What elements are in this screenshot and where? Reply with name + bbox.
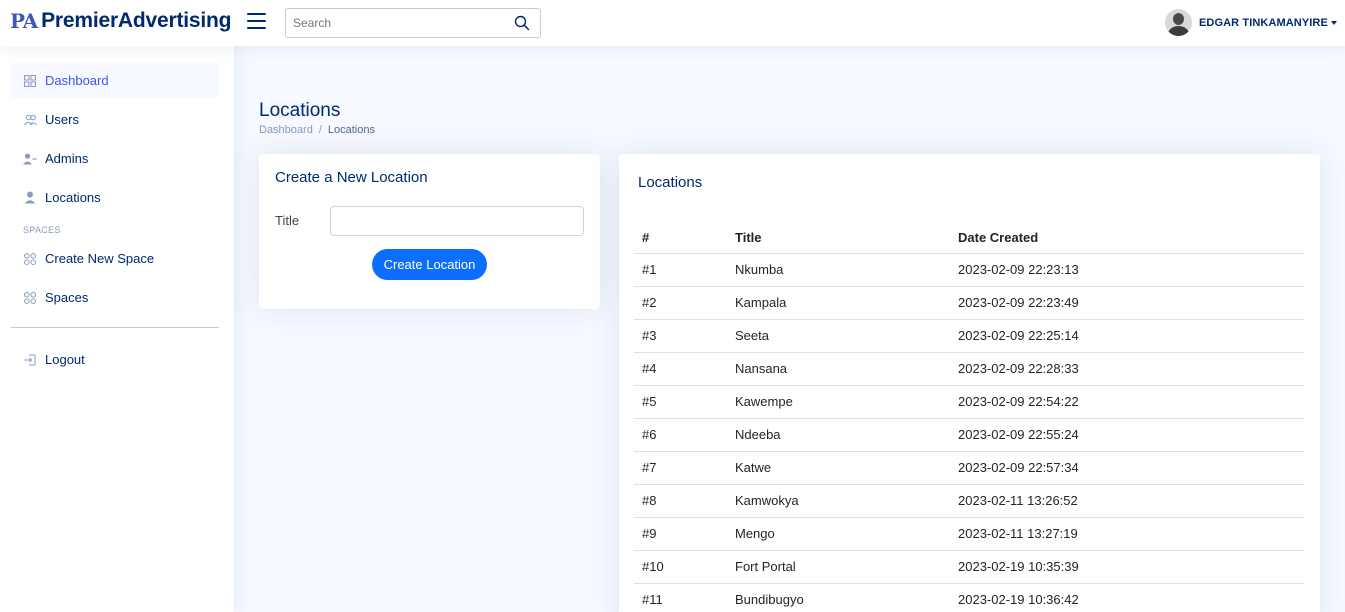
location-title-cell: Katwe [727, 451, 950, 485]
table-body: #1 Nkumba 2023-02-09 22:23:13 #2 Kampala 2023… [634, 253, 1304, 612]
card-title: Locations [638, 174, 703, 191]
breadcrumb-separator: / [318, 124, 322, 136]
row-number-cell: #1 [634, 253, 727, 287]
sidebar-item-admins[interactable]: Admins [11, 141, 219, 176]
title-label: Title [275, 213, 300, 228]
date-created-cell: 2023-02-09 22:23:49 [950, 286, 1304, 320]
logout-icon [23, 353, 37, 367]
avatar [1165, 9, 1192, 36]
locations-table-card: Locations # Title Date Created #1 Nkumba 2… [619, 154, 1320, 612]
profile-dropdown[interactable]: EDGAR TINKAMANYIRE [1165, 9, 1337, 36]
table-row: #8 Kamwokya 2023-02-11 13:26:52 [634, 484, 1304, 518]
title-input[interactable] [330, 206, 584, 236]
row-number-cell: #7 [634, 451, 727, 485]
sidebar-divider [11, 327, 219, 328]
sidebar: Dashboard Users Admins Locations SPACES … [0, 46, 234, 612]
row-number-cell: #11 [634, 583, 727, 612]
date-created-cell: 2023-02-09 22:54:22 [950, 385, 1304, 419]
row-number-cell: #6 [634, 418, 727, 452]
hamburger-menu-icon[interactable] [247, 13, 266, 31]
top-header: PA PremierAdvertising EDGAR TINKAMANYIRE [0, 0, 1345, 46]
location-title-cell: Kawempe [727, 385, 950, 419]
sidebar-item-label: Locations [45, 190, 101, 205]
table-header-row: # Title Date Created [634, 223, 1304, 254]
sidebar-item-label: Logout [45, 352, 85, 367]
location-title-cell: Seeta [727, 319, 950, 353]
sidebar-section-heading: SPACES [23, 225, 61, 235]
column-header: Title [727, 223, 950, 254]
table-row: #6 Ndeeba 2023-02-09 22:55:24 [634, 418, 1304, 452]
table-row: #7 Katwe 2023-02-09 22:57:34 [634, 451, 1304, 485]
location-title-cell: Nansana [727, 352, 950, 386]
search-icon[interactable] [514, 15, 530, 31]
profile-name: EDGAR TINKAMANYIRE [1199, 16, 1328, 29]
column-header: Date Created [950, 223, 1304, 254]
row-number-cell: #5 [634, 385, 727, 419]
row-number-cell: #3 [634, 319, 727, 353]
breadcrumb: Dashboard / Locations [259, 124, 375, 136]
sidebar-item-logout[interactable]: Logout [11, 342, 219, 377]
date-created-cell: 2023-02-09 22:28:33 [950, 352, 1304, 386]
caret-down-icon [1330, 20, 1337, 25]
sidebar-item-label: Spaces [45, 290, 89, 305]
breadcrumb-current: Locations [327, 124, 375, 136]
location-title-cell: Bundibugyo [727, 583, 950, 612]
row-number-cell: #4 [634, 352, 727, 386]
page-title: Locations [259, 100, 341, 121]
date-created-cell: 2023-02-19 10:35:39 [950, 550, 1304, 584]
card-title: Create a New Location [275, 169, 428, 186]
grid-icon [23, 252, 37, 266]
logo-text: PremierAdvertising [41, 9, 232, 32]
sidebar-item-locations[interactable]: Locations [11, 180, 219, 215]
create-location-card: Create a New Location Title Create Locat… [259, 154, 600, 309]
location-title-cell: Kampala [727, 286, 950, 320]
sidebar-item-spaces[interactable]: Spaces [11, 280, 219, 315]
table-row: #1 Nkumba 2023-02-09 22:23:13 [634, 253, 1304, 287]
person-icon [23, 191, 37, 205]
table-row: #9 Mengo 2023-02-11 13:27:19 [634, 517, 1304, 551]
date-created-cell: 2023-02-11 13:26:52 [950, 484, 1304, 518]
date-created-cell: 2023-02-09 22:25:14 [950, 319, 1304, 353]
row-number-cell: #2 [634, 286, 727, 320]
location-title-cell: Fort Portal [727, 550, 950, 584]
search-input[interactable] [286, 9, 506, 37]
table-row: #10 Fort Portal 2023-02-19 10:35:39 [634, 550, 1304, 584]
row-number-cell: #8 [634, 484, 727, 518]
date-created-cell: 2023-02-11 13:27:19 [950, 517, 1304, 551]
table-row: #3 Seeta 2023-02-09 22:25:14 [634, 319, 1304, 353]
location-title-cell: Mengo [727, 517, 950, 551]
create-location-button[interactable]: Create Location [372, 249, 487, 280]
sidebar-item-label: Users [45, 112, 79, 127]
date-created-cell: 2023-02-09 22:57:34 [950, 451, 1304, 485]
sidebar-item-label: Admins [45, 151, 89, 166]
row-number-cell: #10 [634, 550, 727, 584]
sidebar-item-dashboard[interactable]: Dashboard [11, 63, 219, 98]
table-row: #2 Kampala 2023-02-09 22:23:49 [634, 286, 1304, 320]
date-created-cell: 2023-02-19 10:36:42 [950, 583, 1304, 612]
date-created-cell: 2023-02-09 22:55:24 [950, 418, 1304, 452]
logo[interactable]: PA PremierAdvertising [10, 9, 231, 33]
table-row: #4 Nansana 2023-02-09 22:28:33 [634, 352, 1304, 386]
row-number-cell: #9 [634, 517, 727, 551]
logo-mark: PA [10, 9, 38, 33]
locations-table: # Title Date Created #1 Nkumba 2023-02-09 … [634, 223, 1304, 612]
person-dash-icon [23, 152, 37, 166]
date-created-cell: 2023-02-09 22:23:13 [950, 253, 1304, 287]
location-title-cell: Kamwokya [727, 484, 950, 518]
sidebar-item-create-new-space[interactable]: Create New Space [11, 241, 219, 276]
grid-icon [23, 74, 37, 88]
sidebar-item-label: Dashboard [45, 73, 109, 88]
sidebar-item-users[interactable]: Users [11, 102, 219, 137]
table-row: #5 Kawempe 2023-02-09 22:54:22 [634, 385, 1304, 419]
column-header: # [634, 223, 727, 254]
breadcrumb-dashboard-link[interactable]: Dashboard [259, 124, 313, 136]
sidebar-item-label: Create New Space [45, 251, 155, 266]
people-icon [23, 113, 37, 127]
location-title-cell: Ndeeba [727, 418, 950, 452]
search-form [285, 8, 541, 38]
location-title-cell: Nkumba [727, 253, 950, 287]
table-row: #11 Bundibugyo 2023-02-19 10:36:42 [634, 583, 1304, 612]
grid-icon [23, 291, 37, 305]
